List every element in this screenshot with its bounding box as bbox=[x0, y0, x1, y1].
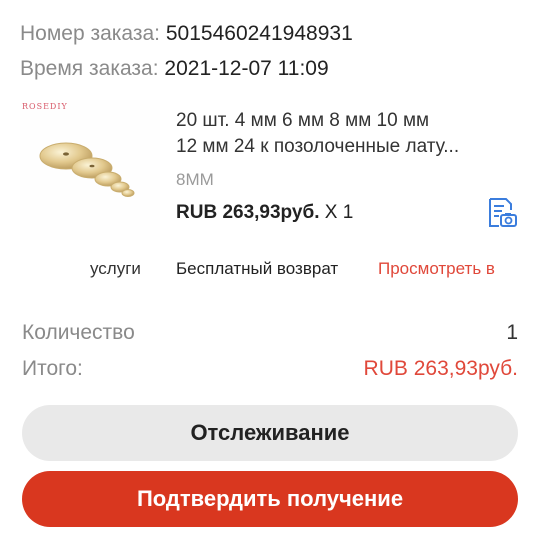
order-number-value[interactable]: 5015460241948931 bbox=[166, 22, 353, 45]
quantity-label: Количество bbox=[22, 321, 135, 344]
confirm-receipt-button[interactable]: Подтвердить получение bbox=[22, 471, 518, 527]
document-camera-icon-graphic bbox=[489, 198, 517, 227]
view-service-link[interactable]: Просмотреть в bbox=[378, 259, 518, 279]
total-label: Итого: bbox=[22, 357, 83, 380]
product-title-line-1: 20 шт. 4 мм 6 мм 8 мм 10 мм bbox=[176, 110, 430, 131]
bead-caps-image bbox=[39, 142, 135, 197]
document-camera-icon[interactable] bbox=[484, 196, 518, 230]
product-thumbnail[interactable]: ROSEDIY bbox=[20, 100, 160, 240]
order-time-label: Время заказа: bbox=[20, 57, 159, 80]
price-row: RUB 263,93руб. X 1 bbox=[176, 202, 353, 224]
brand-logo: ROSEDIY bbox=[22, 102, 68, 111]
order-number-label: Номер заказа: bbox=[20, 22, 161, 45]
order-time-value: 2021-12-07 11:09 bbox=[164, 57, 329, 80]
product-title-line-2: 12 мм 24 к позолоченные лату... bbox=[176, 136, 460, 157]
service-label: услуги bbox=[90, 259, 141, 278]
product-title[interactable]: 20 шт. 4 мм 6 мм 8 мм 10 мм 12 мм 24 к п… bbox=[176, 108, 521, 160]
order-number-row: Номер заказа: 5015460241948931 bbox=[20, 21, 353, 47]
product-quantity: X 1 bbox=[324, 202, 354, 223]
track-order-button[interactable]: Отслеживание bbox=[22, 405, 518, 461]
total-value: RUB 263,93руб. bbox=[363, 357, 518, 380]
order-detail-page: Номер заказа: 5015460241948931 Время зак… bbox=[0, 0, 540, 538]
order-time-row: Время заказа: 2021-12-07 11:09 bbox=[20, 56, 329, 82]
quantity-value: 1 bbox=[506, 321, 518, 344]
free-return-text: Бесплатный возврат bbox=[176, 259, 339, 278]
product-price: RUB 263,93руб. bbox=[176, 202, 320, 223]
product-variant: 8MM bbox=[176, 170, 214, 189]
